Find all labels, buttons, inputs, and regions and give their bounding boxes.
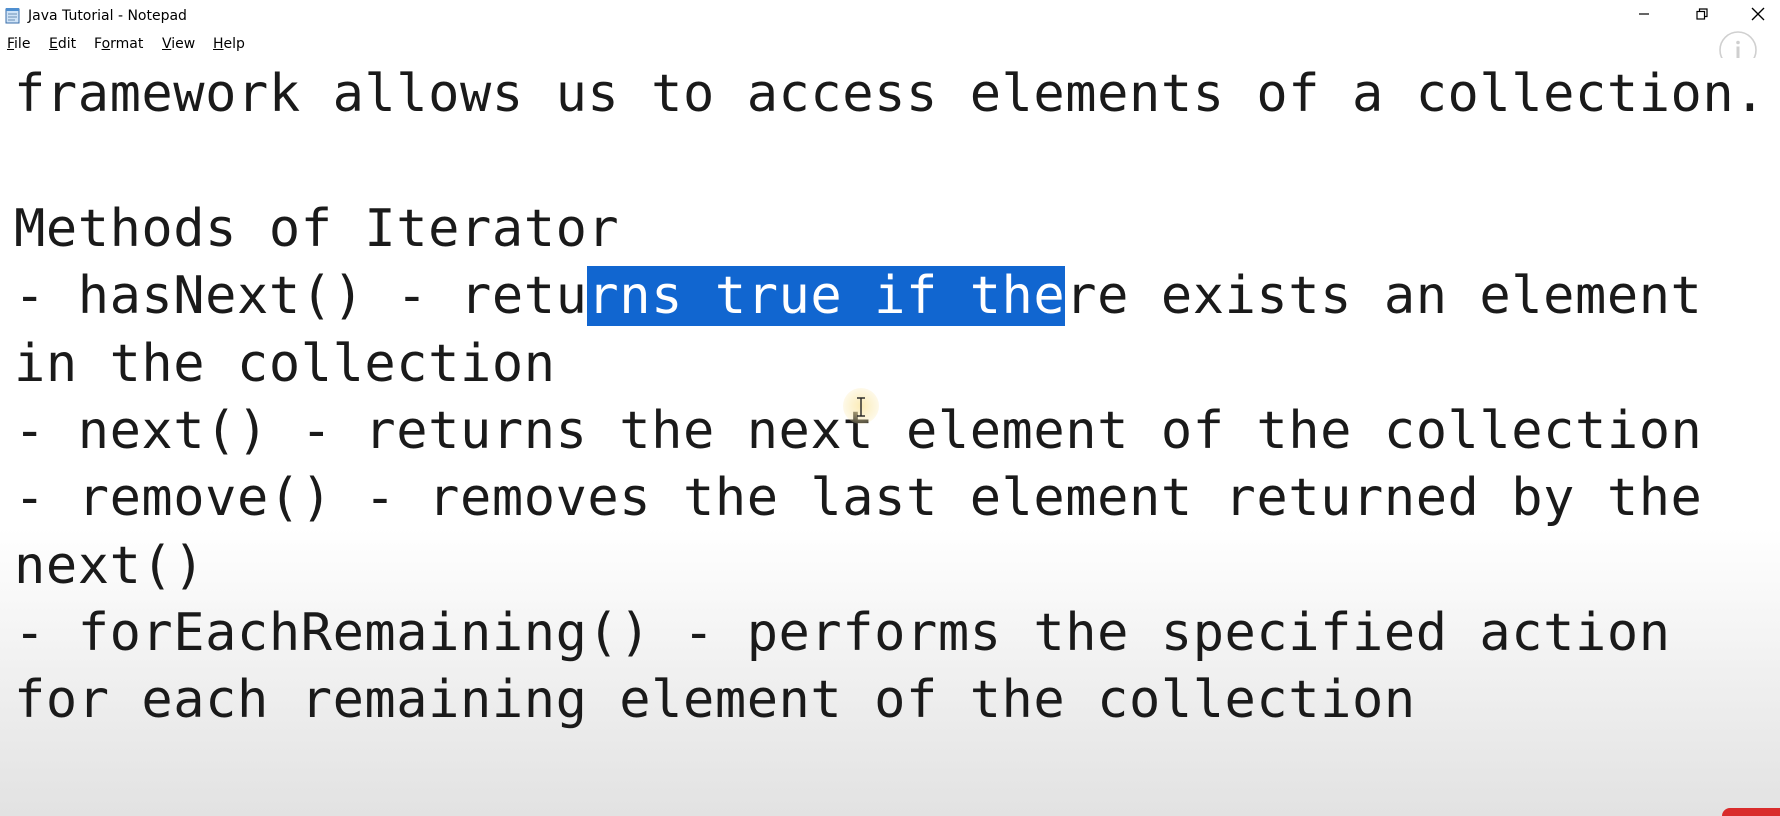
minimize-button[interactable]	[1618, 0, 1670, 32]
minimize-icon	[1638, 7, 1650, 25]
menu-file-label: ile	[14, 36, 31, 52]
restore-button[interactable]	[1676, 0, 1728, 32]
editor-line-8: next()	[14, 536, 206, 596]
line-text-before-selection: - hasNext() - retu	[14, 266, 588, 326]
editor-line-7: - remove() - removes the last element re…	[14, 468, 1703, 528]
text-editor-area[interactable]: framework allows us to access elements o…	[0, 58, 1780, 816]
menu-format[interactable]: Format	[94, 36, 143, 52]
corner-badge	[1722, 808, 1780, 816]
editor-line-4: - hasNext() - returns true if there exis…	[14, 266, 1702, 326]
editor-line-9: - forEachRemaining() - performs the spec…	[14, 603, 1671, 663]
menu-help-mnemonic: H	[213, 36, 224, 52]
menu-file[interactable]: File	[7, 36, 30, 52]
close-icon	[1751, 7, 1765, 26]
menu-file-mnemonic: F	[7, 36, 15, 52]
title-bar: Java Tutorial - Notepad	[0, 0, 1780, 32]
line-text-after-selection: re exists an element	[1065, 266, 1703, 326]
editor-line-3: Methods of Iterator	[14, 199, 620, 259]
notepad-icon[interactable]	[4, 7, 21, 24]
menu-help[interactable]: Help	[213, 36, 245, 52]
window-title: Java Tutorial - Notepad	[28, 8, 187, 24]
restore-icon	[1696, 7, 1708, 25]
menu-bar: File Edit Format View Help	[0, 32, 1780, 56]
menu-help-label: elp	[223, 36, 245, 52]
menu-view-label: iew	[171, 36, 196, 52]
text-cursor-icon	[855, 396, 867, 418]
menu-format-label: rmat	[110, 36, 144, 52]
menu-view-mnemonic: V	[162, 36, 172, 52]
menu-edit[interactable]: Edit	[49, 36, 76, 52]
close-button[interactable]	[1736, 0, 1780, 32]
notepad-window: Java Tutorial - Notepad File Edit Format…	[0, 0, 1780, 816]
menu-format-mnemonic: o	[101, 36, 111, 52]
menu-format-prefix: F	[94, 36, 102, 52]
menu-view[interactable]: View	[162, 36, 195, 52]
text-selection[interactable]: rns true if the	[587, 266, 1066, 326]
menu-edit-label: dit	[57, 36, 77, 52]
editor-line-10: for each remaining element of the collec…	[14, 670, 1416, 730]
editor-line-1: framework allows us to access elements o…	[14, 64, 1767, 124]
menu-edit-mnemonic: E	[49, 36, 58, 52]
editor-line-5: in the collection	[14, 334, 556, 394]
